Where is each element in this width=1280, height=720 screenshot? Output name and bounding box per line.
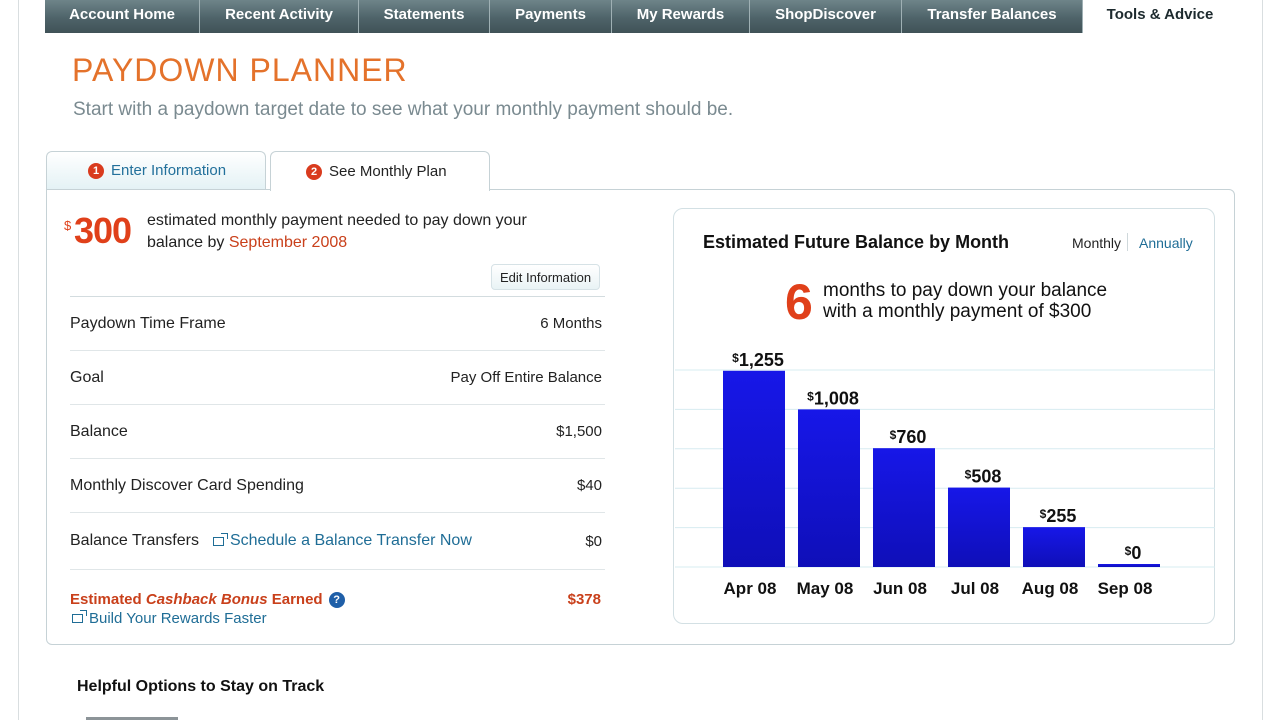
- chart-data-label: $508: [965, 467, 1002, 487]
- nav-tab-transfer-balances[interactable]: Transfer Balances: [902, 0, 1083, 33]
- months-description: months to pay down your balance with a m…: [823, 280, 1107, 322]
- chart-data-label: $255: [1040, 506, 1077, 526]
- detail-row-spending: Monthly Discover Card Spending $40: [70, 459, 605, 513]
- chart-bar: [798, 409, 860, 567]
- chart-bar: [873, 448, 935, 567]
- months-line-2: with a monthly payment of $300: [823, 301, 1092, 322]
- build-rewards-link[interactable]: Build Your Rewards Faster: [89, 610, 267, 627]
- detail-row-goal: Goal Pay Off Entire Balance: [70, 351, 605, 405]
- helpful-options-heading: Helpful Options to Stay on Track: [77, 678, 325, 695]
- chart-x-tick-label: Apr 08: [724, 579, 777, 598]
- cashback-prefix: Estimated: [70, 591, 146, 608]
- chart-data-label: $1,255: [732, 350, 784, 370]
- page-frame-left: [18, 0, 19, 720]
- cashback-value: $378: [567, 591, 601, 608]
- toggle-divider: [1127, 233, 1128, 251]
- chart-data-label-value: 255: [1046, 506, 1076, 526]
- tab-enter-information-label: Enter Information: [111, 162, 227, 179]
- detail-label: Monthly Discover Card Spending: [70, 476, 304, 494]
- chart-data-label-value: 1,255: [739, 350, 784, 370]
- chart-x-tick-label: Sep 08: [1098, 579, 1153, 598]
- chart-data-label-value: 1,008: [814, 388, 859, 408]
- chart-x-tick-label: Aug 08: [1022, 579, 1079, 598]
- chart-data-label-value: 760: [896, 427, 926, 447]
- months-line-1: months to pay down your balance: [823, 280, 1108, 301]
- months-count: 6: [785, 274, 813, 330]
- step-1-badge: 1: [88, 162, 104, 179]
- chart-x-tick-label: Jun 08: [873, 579, 927, 598]
- top-nav: Account Home Recent Activity Statements Pay…: [45, 0, 1237, 33]
- nav-tab-account-home[interactable]: Account Home: [45, 0, 200, 33]
- step-2-badge: 2: [306, 163, 322, 180]
- nav-tab-tools-advice[interactable]: Tools & Advice: [1083, 0, 1237, 33]
- chart-data-label: $0: [1125, 543, 1142, 563]
- chart-bar: [948, 487, 1010, 567]
- nav-tab-statements[interactable]: Statements: [359, 0, 490, 33]
- detail-label: Paydown Time Frame: [70, 314, 226, 332]
- detail-row-balance: Balance $1,500: [70, 405, 605, 459]
- detail-value: Pay Off Entire Balance: [450, 369, 602, 386]
- chart-bar: [723, 370, 785, 567]
- external-link-icon: [212, 532, 228, 546]
- page-frame-right: [1262, 0, 1263, 720]
- detail-label: Balance Transfers: [70, 532, 199, 549]
- detail-row-balance-transfers: Balance Transfers Schedule a Balance Tra…: [70, 513, 605, 570]
- nav-tab-recent-activity[interactable]: Recent Activity: [200, 0, 359, 33]
- cashback-label: Estimated Cashback Bonus Earned?: [70, 591, 345, 608]
- tab-enter-information[interactable]: 1 Enter Information: [46, 151, 266, 189]
- payment-description: estimated monthly payment needed to pay …: [147, 210, 567, 254]
- detail-label-wrap: Balance Transfers Schedule a Balance Tra…: [70, 532, 472, 550]
- detail-label: Balance: [70, 422, 128, 440]
- edit-information-button[interactable]: Edit Information: [491, 264, 601, 290]
- chart-title: Estimated Future Balance by Month: [703, 232, 1010, 252]
- toggle-monthly[interactable]: Monthly: [1072, 235, 1121, 251]
- external-link-icon: [72, 610, 87, 623]
- nav-tab-my-rewards[interactable]: My Rewards: [612, 0, 750, 33]
- chart-x-tick-label: Jul 08: [951, 579, 999, 598]
- detail-value: 6 Months: [540, 315, 602, 332]
- toggle-annually[interactable]: Annually: [1139, 235, 1193, 251]
- chart-data-label-value: 508: [971, 467, 1001, 487]
- nav-tab-shopdiscover[interactable]: ShopDiscover: [750, 0, 902, 33]
- tab-see-monthly-plan[interactable]: 2 See Monthly Plan: [270, 151, 490, 191]
- tab-see-monthly-plan-label: See Monthly Plan: [329, 163, 447, 180]
- payment-amount: 300: [74, 210, 132, 251]
- detail-value: $0: [585, 532, 602, 550]
- chart-bar: [1023, 527, 1085, 567]
- chart-bar: [1098, 564, 1160, 567]
- nav-tab-payments[interactable]: Payments: [490, 0, 612, 33]
- detail-label: Goal: [70, 368, 104, 386]
- chart-data-label: $1,008: [807, 388, 859, 408]
- balance-bar-chart: $1,255 Apr 08 $1,008 May 08 $760 Jun 08 $508 Ju…: [675, 350, 1215, 598]
- page-title: PAYDOWN PLANNER: [72, 52, 408, 88]
- plan-details-table: Paydown Time Frame 6 Months Goal Pay Off…: [70, 296, 605, 570]
- chart-data-label-value: 0: [1131, 543, 1141, 563]
- help-icon[interactable]: ?: [328, 592, 345, 608]
- detail-value: $1,500: [556, 423, 602, 440]
- payment-dollar-sign: $: [64, 218, 72, 233]
- detail-row-timeframe: Paydown Time Frame 6 Months: [70, 297, 605, 351]
- rewards-link-wrap: Build Your Rewards Faster: [70, 610, 267, 627]
- chart-x-tick-label: May 08: [797, 579, 854, 598]
- page-subtitle: Start with a paydown target date to see …: [73, 99, 734, 120]
- cashback-bonus-name: Cashback Bonus: [145, 591, 268, 608]
- cashback-suffix: Earned: [267, 591, 323, 608]
- detail-value: $40: [576, 477, 602, 494]
- schedule-balance-transfer-link[interactable]: Schedule a Balance Transfer Now: [230, 532, 472, 550]
- chart-data-label: $760: [890, 427, 927, 447]
- payment-target-date: September 2008: [228, 234, 348, 251]
